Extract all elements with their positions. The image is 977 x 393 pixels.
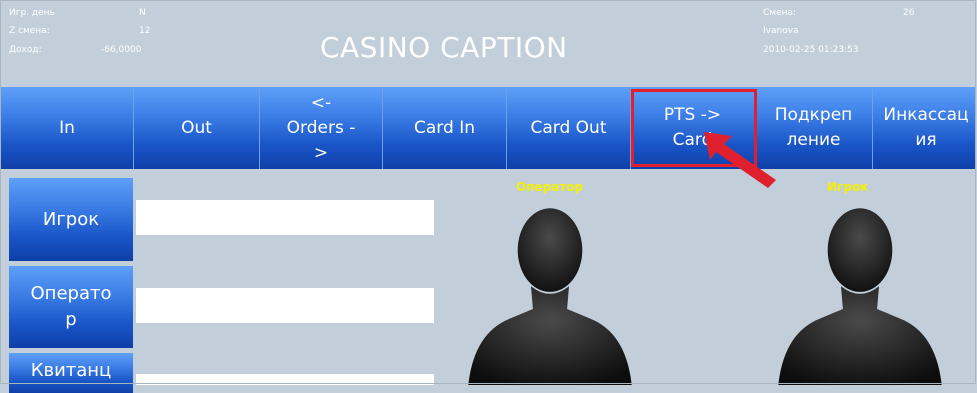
menu-reinforcement-label: Подкрепление bbox=[774, 105, 853, 150]
side-tab-player-label: Игрок bbox=[42, 208, 100, 230]
menu-card-in-button[interactable]: Card In bbox=[383, 87, 507, 169]
side-tab-operator-label: Оператор bbox=[30, 283, 112, 330]
menu-out-label: Out bbox=[181, 117, 212, 138]
player-avatar-icon bbox=[778, 208, 942, 385]
menu-out-button[interactable]: Out bbox=[134, 87, 260, 169]
side-tab-receipt[interactable]: Квитанц bbox=[9, 353, 133, 393]
datetime: 2010-02-25 01:23:53 bbox=[763, 45, 859, 55]
menu-in-button[interactable]: In bbox=[1, 87, 134, 169]
player-avatar-label: Игрок bbox=[827, 180, 869, 194]
player-field[interactable] bbox=[136, 200, 434, 235]
menu-collection-button[interactable]: Инкассация bbox=[873, 87, 976, 169]
game-day-value: N bbox=[139, 8, 146, 18]
operator-avatar-label: Оператор bbox=[516, 180, 584, 194]
menu-collection-label: Инкассация bbox=[883, 105, 969, 150]
menu-card-in-label: Card In bbox=[414, 117, 475, 138]
side-tab-operator[interactable]: Оператор bbox=[9, 266, 133, 348]
income-value: -66,0000 bbox=[101, 45, 142, 55]
menu-orders-button[interactable]: <- Orders -> bbox=[260, 87, 383, 169]
receipt-field[interactable] bbox=[136, 374, 434, 385]
menu-card-out-label: Card Out bbox=[530, 117, 607, 138]
operator-field[interactable] bbox=[136, 288, 434, 323]
game-day-label: Игр. день bbox=[9, 8, 55, 18]
page-title: CASINO CAPTION bbox=[320, 31, 568, 64]
menu-reinforcement-button[interactable]: Подкрепление bbox=[755, 87, 873, 169]
shift-label: Смена: bbox=[763, 8, 797, 18]
shift-value: 26 bbox=[903, 8, 915, 18]
menu-pts-to-card-label: PTS -> Card bbox=[663, 105, 722, 150]
menu-bar: In Out <- Orders -> Card In Card Out PTS… bbox=[1, 87, 976, 169]
menu-in-label: In bbox=[59, 117, 75, 138]
menu-orders-label: <- Orders -> bbox=[286, 92, 356, 163]
menu-pts-to-card-button[interactable]: PTS -> Card bbox=[631, 87, 755, 169]
operator-name: Ivanova bbox=[763, 26, 799, 36]
header: Игр. день N Z смена: 12 Доход: -66,0000 … bbox=[1, 1, 976, 87]
menu-card-out-button[interactable]: Card Out bbox=[507, 87, 631, 169]
side-tab-player[interactable]: Игрок bbox=[9, 178, 133, 261]
operator-avatar-icon bbox=[468, 208, 632, 385]
side-tab-receipt-label: Квитанц bbox=[30, 360, 112, 381]
z-shift-label: Z смена: bbox=[9, 26, 50, 36]
income-label: Доход: bbox=[9, 45, 42, 55]
z-shift-value: 12 bbox=[139, 26, 151, 36]
